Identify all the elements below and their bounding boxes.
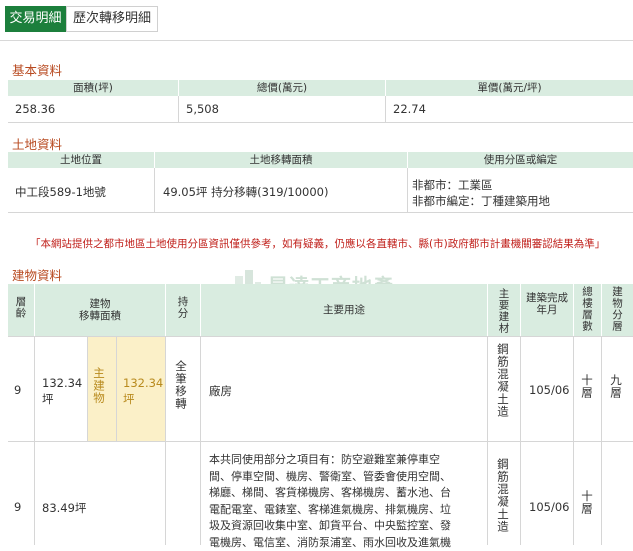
- divider: [116, 337, 117, 441]
- divider: [154, 168, 155, 212]
- row2-material: 鋼筋混凝土造: [496, 458, 510, 533]
- divider: [8, 336, 633, 337]
- row2-completed: 105/06: [529, 500, 570, 514]
- zoning-disclaimer: 「本網站提供之都市地區土地使用分區資訊僅供參考，如有疑義，仍應以各直轄市、縣(市…: [30, 238, 606, 250]
- row1-type-area: 132.34坪: [123, 376, 164, 406]
- building-header-completed: 建築完成年月: [521, 284, 573, 336]
- building-header-area: 建物 移轉面積: [35, 284, 165, 336]
- basic-header-total-price: 總價(萬元): [179, 80, 385, 96]
- row1-age: 9: [14, 383, 22, 397]
- building-header-total-floors: 總樓層數: [574, 284, 601, 336]
- tab-transaction-detail[interactable]: 交易明細: [5, 6, 66, 32]
- basic-unit-price-value: 22.74: [393, 102, 426, 116]
- tab-transfer-history[interactable]: 歷次轉移明細: [66, 6, 158, 32]
- divider: [8, 122, 633, 123]
- row2-age: 9: [14, 500, 22, 514]
- land-section-title: 土地資料: [12, 137, 63, 152]
- divider: [165, 337, 166, 545]
- row1-use: 廠房: [209, 384, 232, 398]
- row1-material: 鋼筋混凝土造: [496, 343, 510, 418]
- row2-use: 本共同使用部分之項目有：防空避難室兼停車空 間、停車空間、機房、警衛室、管委會使…: [209, 453, 451, 549]
- basic-total-price-value: 5,508: [186, 102, 219, 116]
- row1-completed: 105/06: [529, 383, 570, 397]
- divider: [487, 337, 488, 545]
- land-header-location: 土地位置: [8, 152, 154, 168]
- row2-area: 83.49坪: [42, 501, 87, 515]
- divider: [601, 337, 602, 545]
- land-location-value: 中工段589-1地號: [15, 185, 106, 199]
- row1-floor-part: 九層: [609, 374, 623, 399]
- building-header-floor-part: 建物分層: [602, 284, 633, 336]
- building-section-title: 建物資料: [12, 268, 63, 283]
- basic-header-area: 面積(坪): [8, 80, 178, 96]
- divider: [8, 212, 633, 213]
- land-zone-line2: 非都市編定：丁種建築用地: [412, 194, 550, 208]
- basic-section-title: 基本資料: [12, 63, 63, 78]
- divider: [573, 337, 574, 545]
- basic-area-value: 258.36: [15, 102, 56, 116]
- divider: [178, 96, 179, 122]
- divider: [8, 441, 633, 442]
- land-zone-line1: 非都市：工業區: [412, 178, 493, 192]
- divider: [407, 168, 408, 212]
- row1-type: 主建物: [92, 367, 106, 405]
- land-header-area: 土地移轉面積: [155, 152, 407, 168]
- row1-area: 132.34坪: [42, 376, 83, 406]
- building-header-age: 層齡: [8, 284, 34, 336]
- row1-share: 全筆移轉: [174, 360, 188, 410]
- land-area-value: 49.05坪 持分移轉(319/10000): [163, 185, 329, 199]
- building-header-material: 主要建材: [488, 284, 520, 336]
- row2-total-floors: 十層: [580, 490, 594, 515]
- row1-total-floors: 十層: [580, 374, 594, 399]
- divider: [520, 337, 521, 545]
- divider: [385, 96, 386, 122]
- divider: [34, 337, 35, 545]
- basic-header-unit-price: 單價(萬元/坪): [386, 80, 633, 96]
- building-header-use: 主要用途: [201, 284, 487, 336]
- land-header-zoning: 使用分區或編定: [408, 152, 633, 168]
- building-header-share: 持分: [166, 284, 200, 336]
- divider: [87, 337, 88, 441]
- divider: [200, 337, 201, 545]
- tab-bar: 交易明細 歷次轉移明細: [0, 0, 633, 41]
